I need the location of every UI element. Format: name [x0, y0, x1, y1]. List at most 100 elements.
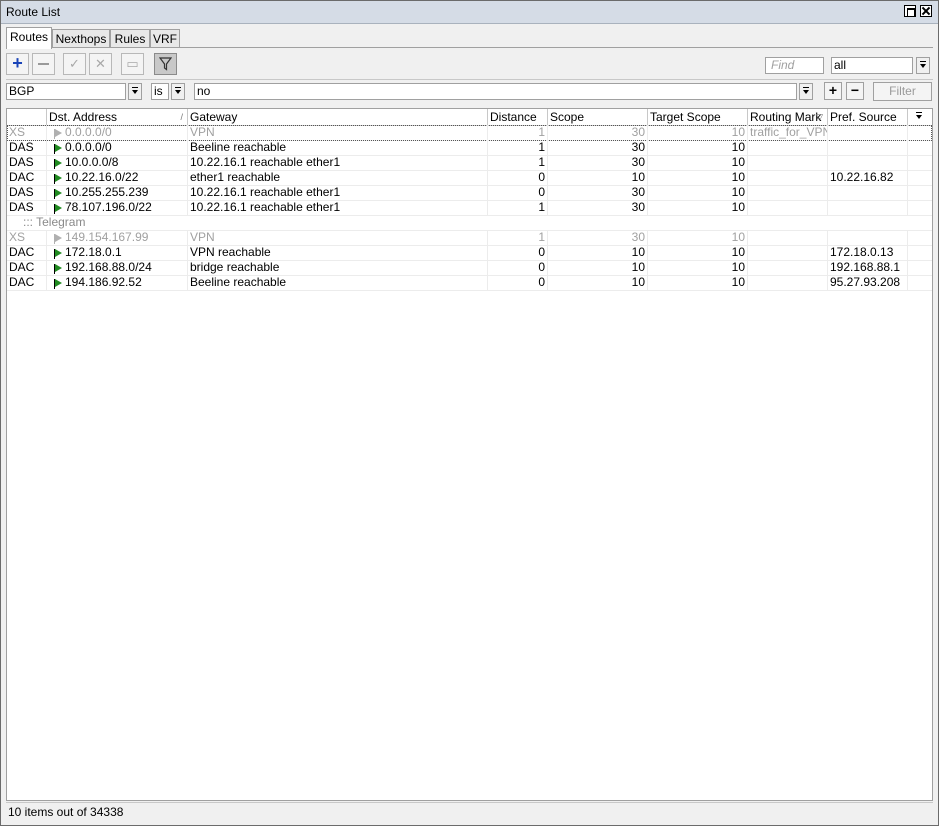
route-distance: 1	[488, 140, 548, 155]
route-dst-text: 192.168.88.0/24	[65, 260, 152, 274]
routes-table: Dst. Address / Gateway Distance Scope Tar…	[6, 108, 933, 801]
find-input[interactable]: Find	[765, 57, 824, 74]
route-target-scope: 10	[648, 170, 748, 185]
route-dst-address: 10.0.0.0/8	[47, 155, 188, 170]
route-dst-address: 172.18.0.1	[47, 245, 188, 260]
filter-operator-dropdown-icon[interactable]	[171, 83, 185, 100]
sort-icon: /	[180, 112, 183, 122]
route-scope: 30	[548, 200, 648, 215]
tab-divider	[6, 47, 933, 48]
route-routing-mark	[748, 245, 828, 260]
tab-routes[interactable]: Routes	[6, 27, 52, 49]
route-routing-mark	[748, 200, 828, 215]
add-filter-button[interactable]: +	[824, 82, 842, 100]
column-chooser[interactable]	[908, 109, 932, 125]
table-row[interactable]: XS 0.0.0.0/0 VPN 1 30 10 traffic_for_VPN	[7, 125, 932, 141]
tab-rules[interactable]: Rules	[110, 29, 150, 47]
column-target-scope[interactable]: Target Scope	[648, 109, 748, 125]
filter-toggle-button[interactable]	[154, 53, 177, 75]
restore-icon[interactable]	[904, 5, 916, 17]
disable-button[interactable]: ✕	[89, 53, 112, 75]
filter-value-select[interactable]: no	[194, 83, 797, 100]
route-gateway: VPN	[188, 230, 488, 245]
filter-value-dropdown-icon[interactable]	[799, 83, 813, 100]
column-flags[interactable]	[7, 109, 47, 125]
route-scope: 10	[548, 245, 648, 260]
remove-button[interactable]	[32, 53, 55, 75]
route-distance: 1	[488, 155, 548, 170]
table-row[interactable]: DAC 192.168.88.0/24 bridge reachable 0 1…	[7, 260, 932, 276]
minus-icon	[38, 63, 49, 65]
filter-operator-select[interactable]: is	[151, 83, 169, 100]
route-target-scope: 10	[648, 275, 748, 290]
route-pref-source	[828, 125, 908, 140]
route-dst-address: 78.107.196.0/22	[47, 200, 188, 215]
route-routing-mark	[748, 260, 828, 275]
scope-select[interactable]: all	[831, 57, 913, 74]
route-pref-source	[828, 155, 908, 170]
route-pref-source: 95.27.93.208	[828, 275, 908, 290]
route-flag-icon	[54, 189, 62, 199]
route-pref-source	[828, 200, 908, 215]
enable-button[interactable]: ✓	[63, 53, 86, 75]
add-button[interactable]: +	[6, 53, 29, 75]
sort-filter-icon: ▽	[816, 112, 823, 122]
note-icon: ▭	[126, 56, 139, 71]
route-scope: 30	[548, 230, 648, 245]
column-routing-mark-label: Routing Mark	[750, 110, 822, 124]
route-dst-address: 0.0.0.0/0	[47, 125, 188, 140]
route-flags: DAC	[7, 260, 47, 275]
column-distance[interactable]: Distance	[488, 109, 548, 125]
route-dst-address: 10.255.255.239	[47, 185, 188, 200]
route-routing-mark	[748, 275, 828, 290]
remove-filter-button[interactable]: −	[846, 82, 864, 100]
route-flag-icon	[54, 159, 62, 169]
column-routing-mark[interactable]: Routing Mark ▽	[748, 109, 828, 125]
route-gateway: 10.22.16.1 reachable ether1	[188, 185, 488, 200]
route-flags: DAS	[7, 140, 47, 155]
filter-field-select[interactable]: BGP	[6, 83, 126, 100]
tab-nexthops[interactable]: Nexthops	[52, 29, 110, 47]
route-flags: DAC	[7, 245, 47, 260]
table-row[interactable]: DAC 194.186.92.52 Beeline reachable 0 10…	[7, 275, 932, 291]
route-flags: DAS	[7, 185, 47, 200]
table-row[interactable]: DAS 10.0.0.0/8 10.22.16.1 reachable ethe…	[7, 155, 932, 171]
column-scope[interactable]: Scope	[548, 109, 648, 125]
route-gateway: VPN reachable	[188, 245, 488, 260]
column-gateway[interactable]: Gateway	[188, 109, 488, 125]
filter-field-dropdown-icon[interactable]	[128, 83, 142, 100]
table-row[interactable]: DAS 10.255.255.239 10.22.16.1 reachable …	[7, 185, 932, 201]
table-row[interactable]: DAC 172.18.0.1 VPN reachable 0 10 10 172…	[7, 245, 932, 261]
route-routing-mark: traffic_for_VPN	[750, 125, 828, 140]
route-scope: 30	[548, 185, 648, 200]
column-dst-address[interactable]: Dst. Address /	[47, 109, 188, 125]
table-row[interactable]: DAS 78.107.196.0/22 10.22.16.1 reachable…	[7, 200, 932, 216]
status-bar: 10 items out of 34338	[6, 802, 933, 820]
title-bar[interactable]: Route List	[1, 1, 938, 24]
table-row[interactable]: DAC 10.22.16.0/22 ether1 reachable 0 10 …	[7, 170, 932, 186]
comment-button[interactable]: ▭	[121, 53, 144, 75]
table-row[interactable]: DAS 0.0.0.0/0 Beeline reachable 1 30 10	[7, 140, 932, 156]
route-dst-text: 10.22.16.0/22	[65, 170, 139, 184]
route-routing-mark	[748, 170, 828, 185]
table-row[interactable]: XS 149.154.167.99 VPN 1 30 10	[7, 230, 932, 246]
scope-dropdown-icon[interactable]	[916, 57, 930, 74]
route-flag-icon	[54, 129, 62, 139]
filter-separator	[6, 79, 933, 80]
comment-row[interactable]: ::: Telegram	[7, 215, 932, 231]
route-comment: ::: Telegram	[23, 215, 86, 229]
route-flags: XS	[7, 125, 47, 140]
column-pref-source[interactable]: Pref. Source	[828, 109, 908, 125]
route-pref-source: 172.18.0.13	[828, 245, 908, 260]
route-target-scope: 10	[648, 245, 748, 260]
route-pref-source	[828, 185, 908, 200]
close-icon[interactable]	[920, 5, 932, 17]
route-routing-mark	[748, 230, 828, 245]
route-target-scope: 10	[648, 185, 748, 200]
route-flag-icon	[54, 174, 62, 184]
route-dst-text: 10.255.255.239	[65, 185, 149, 199]
cross-icon: ✕	[95, 56, 106, 71]
column-dst-address-label: Dst. Address	[49, 110, 118, 124]
tab-vrf[interactable]: VRF	[150, 29, 180, 47]
filter-button[interactable]: Filter	[873, 82, 932, 101]
